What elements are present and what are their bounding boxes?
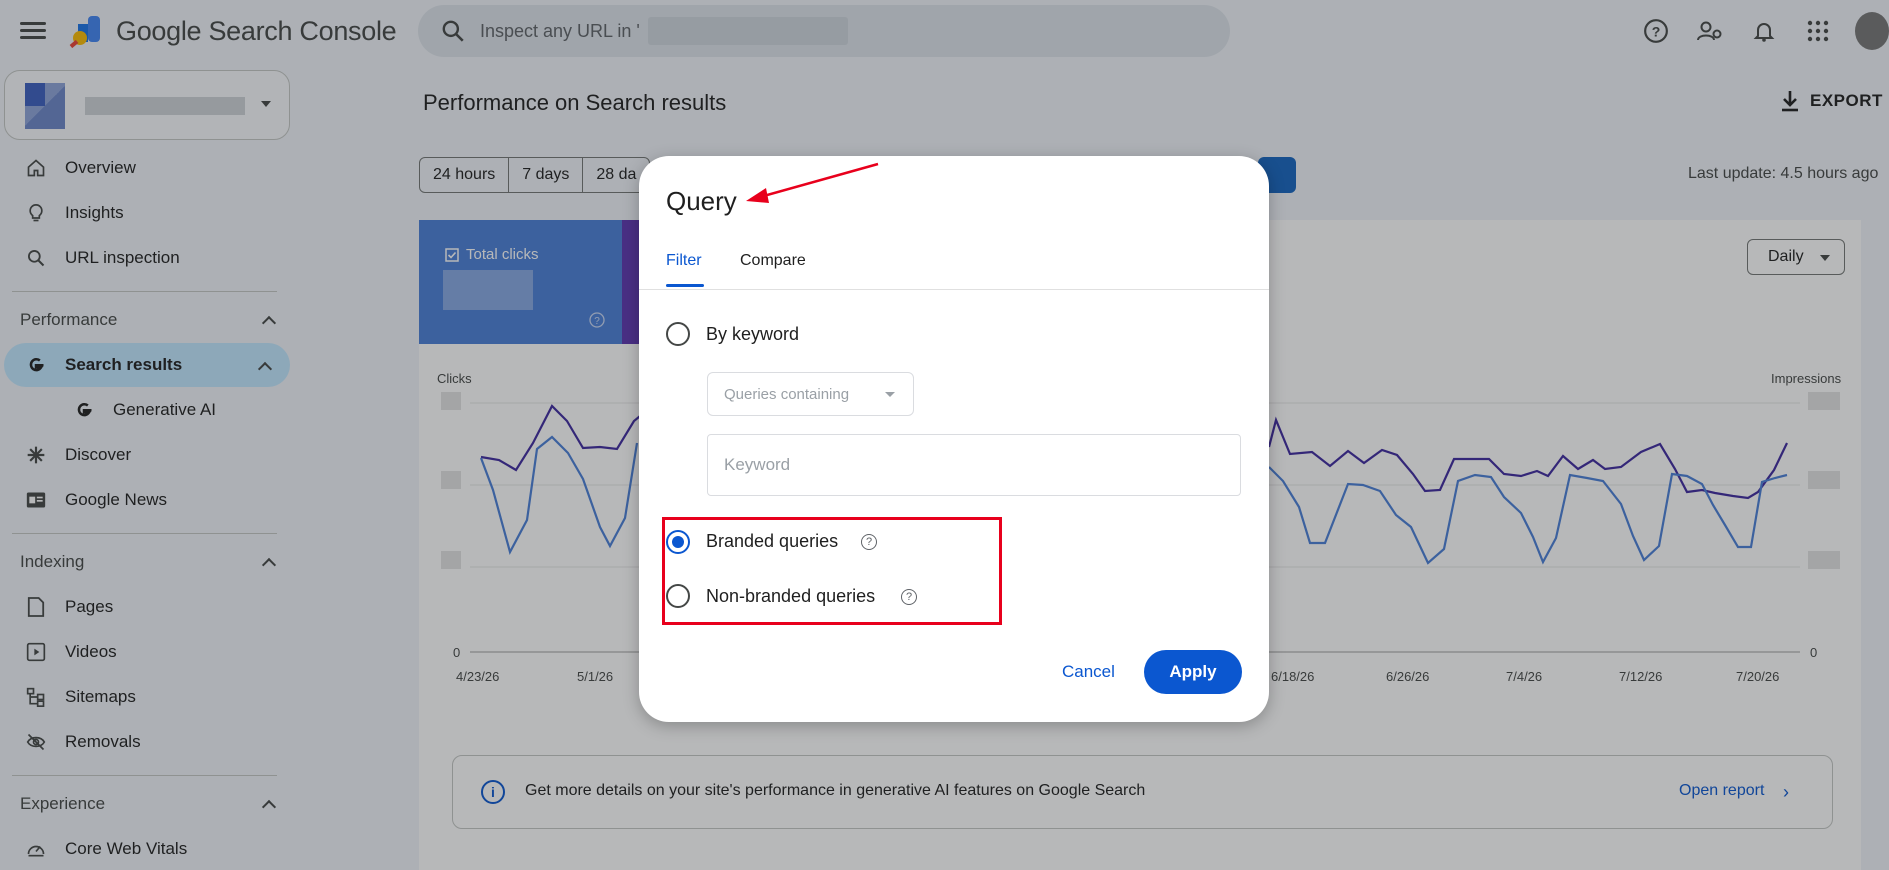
- annotation-arrow-shaft: [759, 162, 879, 199]
- annotation-arrow-head: [746, 188, 769, 203]
- annotation-arrow-layer: [746, 162, 879, 203]
